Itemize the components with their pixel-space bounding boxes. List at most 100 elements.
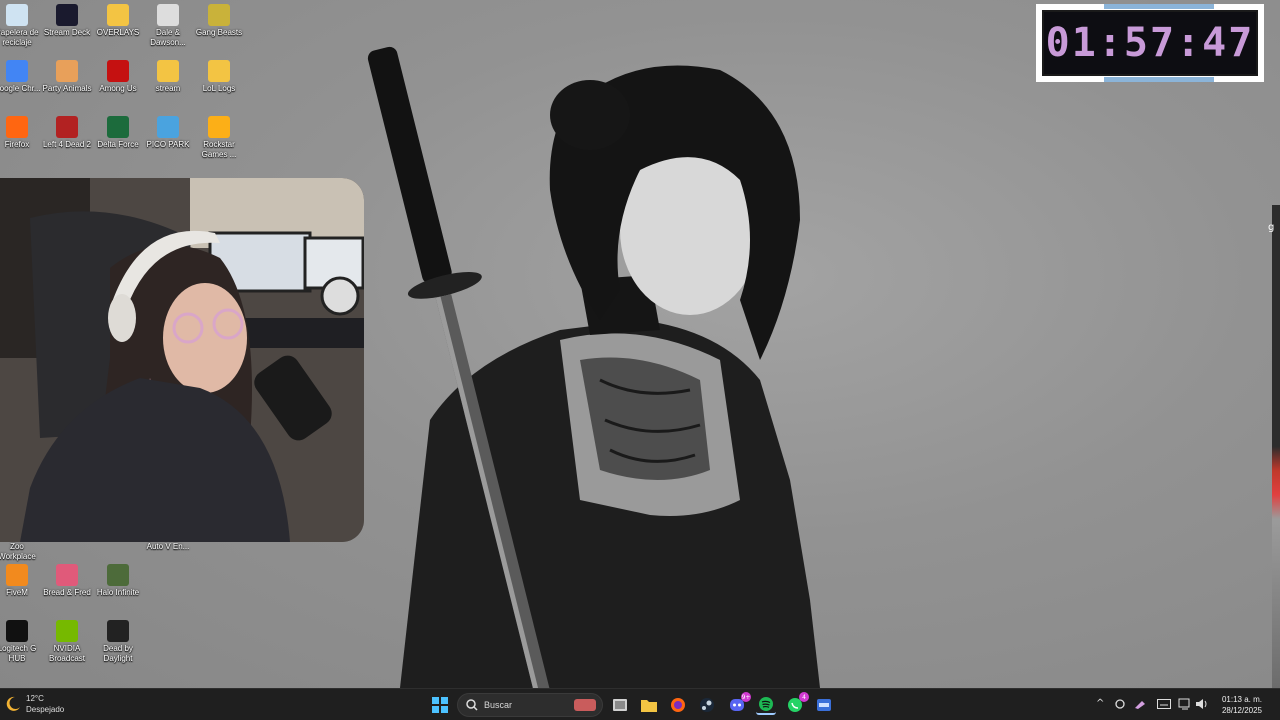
timer-accent-top: [1104, 4, 1214, 9]
file-explorer-icon[interactable]: [639, 695, 659, 715]
desktop-icon-label: Party Animals: [42, 84, 92, 93]
desktop-icon[interactable]: Gang Beasts: [194, 4, 244, 38]
party-animals-icon: [56, 60, 78, 82]
nvidia-icon: [56, 620, 78, 642]
bread-fred-icon: [56, 564, 78, 586]
timer-value: 01:57:47: [1045, 20, 1255, 66]
stream-timer: 01:57:47: [1036, 4, 1264, 82]
volume-icon[interactable]: [1195, 698, 1209, 710]
mixer-icon[interactable]: [814, 695, 834, 715]
webcam-overlay: [0, 178, 364, 542]
desktop-icon-label: OVERLAYS: [96, 28, 140, 37]
taskbar-clock[interactable]: 01:13 a. m. 28/12/2025: [1214, 694, 1262, 716]
desktop-icon-label: NVIDIA Broadcast: [48, 644, 86, 663]
left4dead-icon: [56, 116, 78, 138]
whatsapp-badge: 4: [799, 692, 809, 702]
desktop-icon-label: Auto V En...: [146, 542, 190, 551]
taskbar: 12°C Despejado Buscar 9+ 4 ^ 01:13 a. m.…: [0, 688, 1280, 720]
discord-badge: 9+: [741, 692, 751, 702]
chrome-icon: [6, 60, 28, 82]
desktop-icon[interactable]: Delta Force: [93, 116, 143, 150]
desktop-icon-label: PICO PARK: [146, 140, 190, 149]
desktop-icon[interactable]: NVIDIA Broadcast: [42, 620, 92, 664]
weather-temp: 12°C: [26, 694, 44, 703]
whatsapp-icon[interactable]: 4: [785, 692, 809, 715]
desktop-icon[interactable]: Bread & Fred: [42, 564, 92, 598]
desktop-icon[interactable]: Dead by Daylight: [93, 620, 143, 664]
desktop-icon[interactable]: OVERLAYS: [93, 4, 143, 38]
desktop-icon-label: LoL Logs: [202, 84, 236, 93]
right-edge-window-sliver: [1272, 205, 1280, 688]
desktop-icon-label: Stream Deck: [43, 28, 91, 37]
pen-icon[interactable]: [1134, 698, 1148, 710]
stream-deck-icon: [56, 4, 78, 26]
weather-condition: Despejado: [26, 705, 65, 714]
desktop-icon-label: Among Us: [99, 84, 137, 93]
timer-display: 01:57:47: [1042, 4, 1258, 82]
spotify-icon[interactable]: [756, 695, 776, 715]
search-icon: [466, 699, 478, 711]
desktop-icon[interactable]: Stream Deck: [42, 4, 92, 38]
desktop-icon-label: Bread & Fred: [43, 588, 91, 597]
desktop-icon[interactable]: Dale & Dawson...: [143, 4, 193, 48]
desktop-icon-label: Dale & Dawson...: [150, 28, 186, 47]
search-placeholder: Buscar: [484, 700, 513, 710]
timer-accent-bottom: [1104, 77, 1214, 82]
delta-force-icon: [107, 116, 129, 138]
desktop-icon[interactable]: FiveM: [0, 564, 42, 598]
folder-icon: [107, 4, 129, 26]
desktop-icon[interactable]: Google Chr...: [0, 60, 42, 94]
windows-start-icon[interactable]: [430, 695, 450, 715]
desktop-icon[interactable]: Logitech G HUB: [0, 620, 42, 664]
desktop-icon[interactable]: Firefox: [0, 116, 42, 150]
among-us-icon: [107, 60, 129, 82]
desktop-icon-label: Google Chr...: [0, 84, 41, 93]
desktop-icon[interactable]: Party Animals: [42, 60, 92, 94]
desktop-icon[interactable]: PICO PARK: [143, 116, 193, 150]
dead-by-daylight-icon: [107, 620, 129, 642]
desktop-icon[interactable]: LoL Logs: [194, 60, 244, 94]
chevron-up-icon[interactable]: ^: [1096, 698, 1104, 709]
halo-icon: [107, 564, 129, 586]
sync-icon[interactable]: [1114, 698, 1126, 710]
desktop-icon-label: Rockstar Games ...: [201, 140, 237, 159]
weather-widget[interactable]: 12°C Despejado: [4, 693, 64, 715]
desktop-icon-label: Gang Beasts: [195, 28, 243, 37]
taskbar-search[interactable]: Buscar: [457, 693, 603, 717]
desktop-icon[interactable]: stream: [143, 60, 193, 94]
network-icon[interactable]: [1178, 698, 1192, 710]
discord-icon[interactable]: 9+: [727, 692, 751, 715]
webcam-feed: [0, 178, 364, 542]
folder-icon: [157, 60, 179, 82]
desktop-icon-label: Left 4 Dead 2: [42, 140, 92, 149]
desktop-icon-label: Logitech G HUB: [0, 644, 37, 663]
desktop-icon-label: Papelera de reciclaje: [0, 28, 39, 47]
desktop-icon-label: Delta Force: [97, 140, 139, 149]
desktop-icon[interactable]: Halo Infinite: [93, 564, 143, 598]
desktop-icon-label: stream: [155, 84, 181, 93]
right-edge-text: g: [1268, 222, 1275, 233]
clock-date: 28/12/2025: [1221, 706, 1262, 715]
pico-park-icon: [157, 116, 179, 138]
desktop-icon[interactable]: Left 4 Dead 2: [42, 116, 92, 150]
recycle-bin-icon: [6, 4, 28, 26]
task-view-icon[interactable]: [610, 695, 630, 715]
desktop-icon[interactable]: Rockstar Games ...: [194, 116, 244, 160]
rockstar-icon: [208, 116, 230, 138]
dale-dawson-icon: [157, 4, 179, 26]
desktop-icon-label: Halo Infinite: [96, 588, 140, 597]
firefox-icon: [6, 116, 28, 138]
search-highlight-icon: [574, 699, 596, 711]
gang-beasts-icon: [208, 4, 230, 26]
firefox-icon[interactable]: [668, 695, 688, 715]
steam-icon[interactable]: [697, 695, 717, 715]
desktop-icon-label: Firefox: [4, 140, 30, 149]
desktop-icon[interactable]: Among Us: [93, 60, 143, 94]
keyboard-icon[interactable]: [1157, 699, 1171, 709]
desktop-icon-label: Zoo Workplace: [0, 542, 36, 561]
desktop-icon[interactable]: Papelera de reciclaje: [0, 4, 42, 48]
clock-time: 01:13 a. m.: [1221, 695, 1262, 704]
desktop-icon-label: Dead by Daylight: [103, 644, 133, 663]
logitech-icon: [6, 620, 28, 642]
folder-icon: [208, 60, 230, 82]
